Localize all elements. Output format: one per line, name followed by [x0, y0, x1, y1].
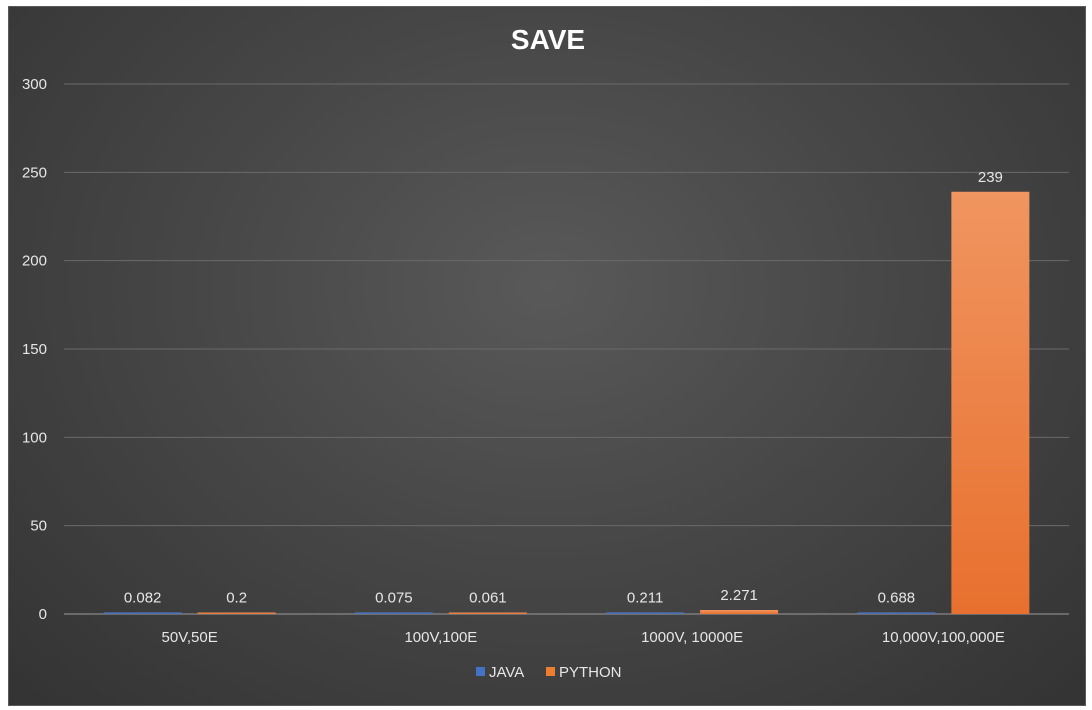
- bar-java-0: [103, 612, 182, 614]
- data-label-java-1: 0.075: [375, 590, 413, 607]
- data-label-python-2: 2.271: [720, 587, 758, 604]
- bar-python-0: [197, 612, 276, 614]
- y-tick-label: 50: [30, 518, 47, 535]
- x-tick-label: 50V,50E: [162, 629, 218, 646]
- bar-java-3: [857, 612, 936, 614]
- chart-area: SAVE 0 50 100 150 200 250 300 0.082 0.2 50V,50E 0.…: [8, 6, 1086, 706]
- bar-python-1: [448, 612, 527, 614]
- y-tick-label: 150: [22, 341, 47, 358]
- legend-swatch-java: [476, 667, 485, 676]
- data-label-python-3: 239: [978, 169, 1003, 186]
- x-tick-label: 1000V, 10000E: [641, 629, 743, 646]
- y-tick-label: 0: [39, 606, 47, 623]
- bar-chart: SAVE 0 50 100 150 200 250 300 0.082 0.2 50V,50E 0.…: [22, 24, 1069, 681]
- chart-title: SAVE: [511, 24, 585, 55]
- x-tick-label: 100V,100E: [404, 629, 477, 646]
- y-tick-label: 200: [22, 253, 47, 270]
- data-label-python-1: 0.061: [469, 590, 507, 607]
- legend-label-python: PYTHON: [559, 664, 622, 681]
- bar-python-2: [700, 609, 779, 614]
- y-tick-label: 100: [22, 429, 47, 446]
- y-tick-label: 300: [22, 76, 47, 93]
- y-tick-label: 250: [22, 164, 47, 181]
- data-label-java-2: 0.211: [627, 590, 663, 607]
- data-label-java-3: 0.688: [878, 590, 916, 607]
- data-label-java-0: 0.082: [124, 590, 162, 607]
- legend-swatch-python: [546, 667, 555, 676]
- bar-java-2: [606, 612, 685, 614]
- x-tick-label: 10,000V,100,000E: [882, 629, 1005, 646]
- data-label-python-0: 0.2: [226, 590, 247, 607]
- legend-label-java: JAVA: [489, 664, 524, 681]
- bar-java-1: [354, 612, 433, 614]
- bar-python-3: [951, 191, 1030, 614]
